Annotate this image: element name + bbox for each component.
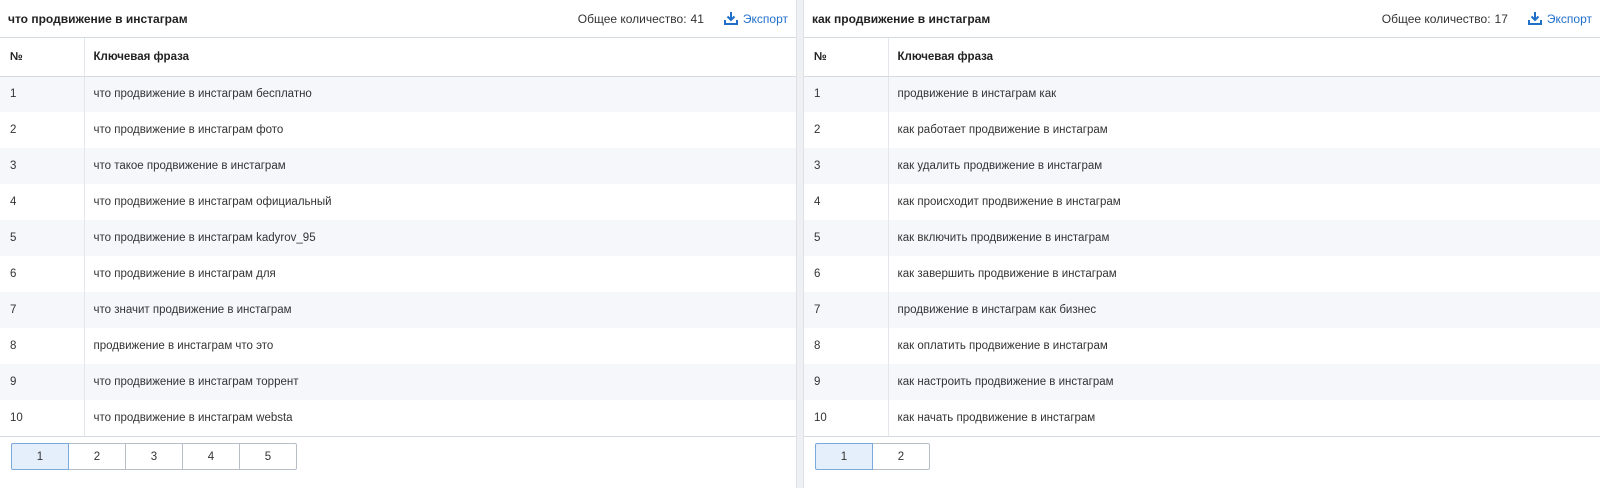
row-number: 4 <box>0 184 85 220</box>
table-row[interactable]: 10 что продвижение в инстаграм websta <box>0 400 796 437</box>
table-row[interactable]: 3 что такое продвижение в инстаграм <box>0 148 796 184</box>
keyword-phrase[interactable]: продвижение в инстаграм как бизнес <box>888 292 1600 328</box>
table-row[interactable]: 7 продвижение в инстаграм как бизнес <box>804 292 1600 328</box>
panel-title: что продвижение в инстаграм <box>8 11 188 26</box>
keyword-phrase[interactable]: что продвижение в инстаграм kadyrov_95 <box>84 220 796 256</box>
total-count-value: 41 <box>690 11 704 26</box>
column-header-phrase[interactable]: Ключевая фраза <box>84 38 796 77</box>
row-number: 3 <box>804 148 889 184</box>
keyword-phrase[interactable]: что значит продвижение в инстаграм <box>84 292 796 328</box>
table-row[interactable]: 6 как завершить продвижение в инстаграм <box>804 256 1600 292</box>
table-row[interactable]: 2 что продвижение в инстаграм фото <box>0 112 796 148</box>
export-button[interactable]: Экспорт <box>1527 11 1592 26</box>
download-icon <box>1527 12 1542 25</box>
page-button-5[interactable]: 5 <box>239 443 297 470</box>
table-row[interactable]: 8 как оплатить продвижение в инстаграм <box>804 328 1600 364</box>
row-number: 10 <box>804 400 889 437</box>
column-header-phrase[interactable]: Ключевая фраза <box>888 38 1600 77</box>
table-header-row: № Ключевая фраза <box>0 38 796 77</box>
table-row[interactable]: 9 как настроить продвижение в инстаграм <box>804 364 1600 400</box>
keyword-panel-left: что продвижение в инстаграм Общее количе… <box>0 0 796 488</box>
keyword-panels: что продвижение в инстаграм Общее количе… <box>0 0 1600 488</box>
row-number: 3 <box>0 148 85 184</box>
row-number: 9 <box>0 364 85 400</box>
table-row[interactable]: 7 что значит продвижение в инстаграм <box>0 292 796 328</box>
keyword-phrase[interactable]: что продвижение в инстаграм фото <box>84 112 796 148</box>
keyword-phrase[interactable]: как работает продвижение в инстаграм <box>888 112 1600 148</box>
panel-header: как продвижение в инстаграм Общее количе… <box>804 0 1600 38</box>
keyword-phrase[interactable]: как происходит продвижение в инстаграм <box>888 184 1600 220</box>
keyword-phrase[interactable]: как включить продвижение в инстаграм <box>888 220 1600 256</box>
row-number: 7 <box>0 292 85 328</box>
row-number: 4 <box>804 184 889 220</box>
keyword-phrase[interactable]: как оплатить продвижение в инстаграм <box>888 328 1600 364</box>
total-count-label: Общее количество: <box>577 11 687 26</box>
table-row[interactable]: 10 как начать продвижение в инстаграм <box>804 400 1600 437</box>
page-button-3[interactable]: 3 <box>125 443 183 470</box>
panel-divider <box>796 0 804 488</box>
keyword-phrase[interactable]: как удалить продвижение в инстаграм <box>888 148 1600 184</box>
keyword-phrase[interactable]: что продвижение в инстаграм для <box>84 256 796 292</box>
row-number: 8 <box>804 328 889 364</box>
panel-header: что продвижение в инстаграм Общее количе… <box>0 0 796 38</box>
keyword-phrase[interactable]: как настроить продвижение в инстаграм <box>888 364 1600 400</box>
table-row[interactable]: 2 как работает продвижение в инстаграм <box>804 112 1600 148</box>
total-count: Общее количество: 17 <box>1382 12 1508 26</box>
table-row[interactable]: 9 что продвижение в инстаграм торрент <box>0 364 796 400</box>
keyword-phrase[interactable]: что продвижение в инстаграм бесплатно <box>84 76 796 112</box>
keyword-phrase[interactable]: что такое продвижение в инстаграм <box>84 148 796 184</box>
keyword-table: № Ключевая фраза 1 продвижение в инстагра… <box>804 38 1600 437</box>
keyword-panel-right: как продвижение в инстаграм Общее количе… <box>804 0 1600 488</box>
page-button-2[interactable]: 2 <box>872 443 930 470</box>
export-label: Экспорт <box>1546 11 1592 26</box>
page-button-2[interactable]: 2 <box>68 443 126 470</box>
row-number: 2 <box>0 112 85 148</box>
table-body: 1 продвижение в инстаграм как 2 как работае… <box>804 76 1600 437</box>
row-number: 9 <box>804 364 889 400</box>
row-number: 1 <box>804 76 889 112</box>
table-row[interactable]: 5 что продвижение в инстаграм kadyrov_95 <box>0 220 796 256</box>
row-number: 7 <box>804 292 889 328</box>
table-row[interactable]: 4 как происходит продвижение в инстаграм <box>804 184 1600 220</box>
export-button[interactable]: Экспорт <box>723 11 788 26</box>
total-count-value: 17 <box>1494 11 1508 26</box>
table-body: 1 что продвижение в инстаграм бесплатно 2 ч… <box>0 76 796 437</box>
column-header-number[interactable]: № <box>804 38 889 77</box>
row-number: 8 <box>0 328 85 364</box>
row-number: 5 <box>804 220 889 256</box>
panel-title: как продвижение в инстаграм <box>812 11 991 26</box>
export-label: Экспорт <box>742 11 788 26</box>
keyword-phrase[interactable]: как завершить продвижение в инстаграм <box>888 256 1600 292</box>
row-number: 1 <box>0 76 85 112</box>
keyword-phrase[interactable]: что продвижение в инстаграм торрент <box>84 364 796 400</box>
keyword-phrase[interactable]: как начать продвижение в инстаграм <box>888 400 1600 437</box>
table-row[interactable]: 5 как включить продвижение в инстаграм <box>804 220 1600 256</box>
row-number: 2 <box>804 112 889 148</box>
table-header-row: № Ключевая фраза <box>804 38 1600 77</box>
page-button-4[interactable]: 4 <box>182 443 240 470</box>
row-number: 6 <box>804 256 889 292</box>
table-row[interactable]: 6 что продвижение в инстаграм для <box>0 256 796 292</box>
pagination: 12345 <box>11 443 297 470</box>
page-button-1[interactable]: 1 <box>815 443 873 470</box>
total-count-label: Общее количество: <box>1381 11 1491 26</box>
column-header-number[interactable]: № <box>0 38 85 77</box>
total-count: Общее количество: 41 <box>578 12 704 26</box>
download-icon <box>723 12 738 25</box>
row-number: 5 <box>0 220 85 256</box>
keyword-phrase[interactable]: продвижение в инстаграм что это <box>84 328 796 364</box>
row-number: 6 <box>0 256 85 292</box>
row-number: 10 <box>0 400 85 437</box>
table-row[interactable]: 4 что продвижение в инстаграм официальный <box>0 184 796 220</box>
pagination: 12 <box>815 443 930 470</box>
keyword-phrase[interactable]: что продвижение в инстаграм официальный <box>84 184 796 220</box>
keyword-table: № Ключевая фраза 1 что продвижение в инст… <box>0 38 796 437</box>
table-row[interactable]: 1 что продвижение в инстаграм бесплатно <box>0 76 796 112</box>
page-button-1[interactable]: 1 <box>11 443 69 470</box>
table-row[interactable]: 8 продвижение в инстаграм что это <box>0 328 796 364</box>
table-row[interactable]: 1 продвижение в инстаграм как <box>804 76 1600 112</box>
table-row[interactable]: 3 как удалить продвижение в инстаграм <box>804 148 1600 184</box>
keyword-phrase[interactable]: продвижение в инстаграм как <box>888 76 1600 112</box>
keyword-phrase[interactable]: что продвижение в инстаграм websta <box>84 400 796 437</box>
